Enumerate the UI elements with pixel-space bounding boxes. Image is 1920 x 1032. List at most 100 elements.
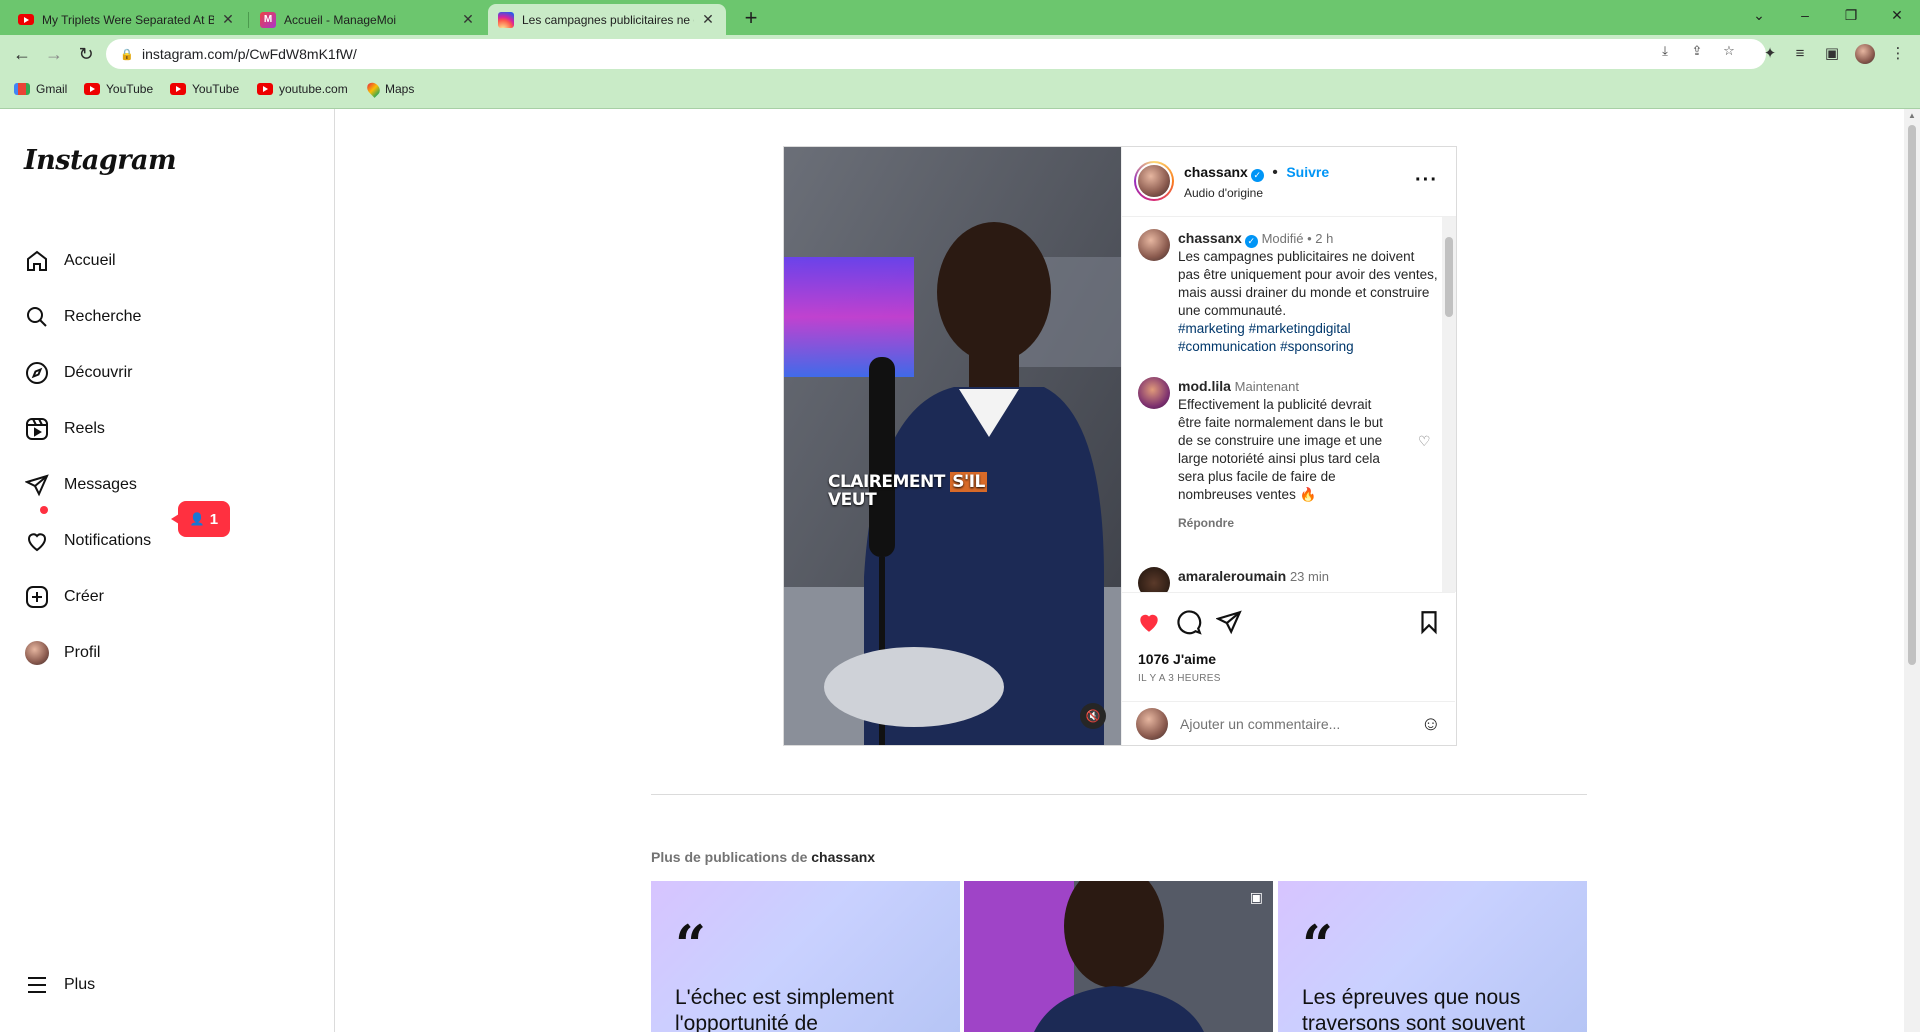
avatar — [25, 641, 49, 665]
sidebar-item-create[interactable]: Créer — [12, 573, 312, 621]
avatar[interactable] — [1138, 377, 1170, 409]
author-name[interactable]: chassanx — [1184, 164, 1248, 180]
more-options-icon[interactable]: ··· — [1415, 169, 1438, 192]
more-posts-header: Plus de publications de chassanx — [651, 849, 875, 865]
comment: mod.lila Maintenant Effectivement la pub… — [1138, 377, 1438, 532]
sidebar-item-more[interactable]: Plus — [12, 961, 312, 1009]
bookmark-label: Gmail — [36, 82, 68, 96]
tab-title: Accueil - ManageMoi — [284, 12, 397, 27]
menu-icon[interactable]: ⋮ — [1888, 44, 1908, 64]
sidebar-item-search[interactable]: Recherche — [12, 293, 312, 341]
grid-post-reel[interactable]: ▣ — [964, 881, 1273, 1032]
sidebar-item-notifications[interactable]: Notifications — [12, 517, 312, 565]
avatar[interactable] — [1138, 567, 1170, 592]
caption: chassanx ✓ Modifié • 2 h Les campagnes pu… — [1138, 229, 1438, 356]
instagram-logo[interactable]: Instagram — [24, 145, 177, 176]
caption-author[interactable]: chassanx — [1178, 230, 1242, 246]
reply-button[interactable]: Répondre — [1178, 514, 1398, 532]
install-app-icon[interactable]: ⤓ — [1656, 42, 1674, 60]
bookmark-youtube[interactable]: YouTube — [170, 82, 239, 96]
close-icon[interactable]: ✕ — [220, 11, 236, 28]
comment-icon[interactable] — [1176, 609, 1204, 637]
browser-tabstrip: My Triplets Were Separated At Birth ✕ M … — [0, 0, 1920, 35]
comments-scrollbar[interactable] — [1442, 217, 1456, 592]
story-ring[interactable] — [1134, 161, 1174, 201]
close-window-button[interactable]: ✕ — [1874, 0, 1920, 30]
hashtag[interactable]: #communication — [1178, 339, 1276, 354]
reload-icon[interactable]: ↻ — [74, 42, 98, 66]
tab-youtube[interactable]: My Triplets Were Separated At Birth ✕ — [8, 4, 246, 35]
post-card: CLAIREMENT S'IL VEUT 🔇 chassanx ✓ • Suivr… — [783, 146, 1457, 746]
add-comment-bar: Ajouter un commentaire... ☺ — [1122, 701, 1455, 746]
hashtag[interactable]: #sponsoring — [1280, 339, 1354, 354]
mute-icon[interactable]: 🔇 — [1080, 703, 1106, 729]
tab-instagram[interactable]: Les campagnes publicitaires ne doivent ✕ — [488, 4, 726, 35]
bookmark-label: YouTube — [106, 82, 154, 96]
edited-label: Modifié — [1261, 231, 1304, 246]
side-panel-icon[interactable]: ▣ — [1822, 44, 1842, 64]
save-icon[interactable] — [1416, 609, 1444, 637]
author-avatar — [1136, 163, 1172, 199]
bookmark-youtube[interactable]: YouTube — [84, 82, 153, 96]
tab-search-icon[interactable]: ⌄ — [1736, 0, 1782, 30]
page-scrollbar[interactable]: ▲ — [1904, 109, 1920, 1032]
url-text: instagram.com/p/CwFdW8mK1fW/ — [142, 46, 357, 62]
video-frame — [784, 147, 1121, 745]
forward-icon[interactable]: → — [42, 42, 66, 66]
heart-icon — [24, 528, 50, 554]
grid-post[interactable]: “ L'échec est simplement l'opportunité d… — [651, 881, 960, 1032]
bookmark-label: youtube.com — [279, 82, 348, 96]
video-caption: CLAIREMENT S'IL VEUT — [828, 472, 987, 509]
extensions-icon[interactable]: ✦ — [1760, 44, 1780, 64]
audio-link[interactable]: Audio d'origine — [1184, 186, 1263, 200]
media-control-icon[interactable]: ≡ — [1790, 44, 1810, 64]
caption-text: Les campagnes publicitaires ne doivent p… — [1178, 249, 1438, 318]
scrollbar-thumb[interactable] — [1445, 237, 1453, 317]
scroll-up-icon[interactable]: ▲ — [1908, 111, 1916, 120]
sidebar-item-home[interactable]: Accueil — [12, 237, 312, 285]
address-bar[interactable]: 🔒 instagram.com/p/CwFdW8mK1fW/ — [106, 39, 1766, 69]
like-count[interactable]: 1076 J'aime — [1138, 651, 1216, 667]
bookmark-youtube-com[interactable]: youtube.com — [257, 82, 348, 96]
tab-managemoi[interactable]: M Accueil - ManageMoi ✕ — [250, 4, 486, 35]
sidebar-item-label: Découvrir — [64, 364, 133, 381]
notification-badge[interactable]: 👤 1 — [171, 501, 230, 537]
follow-button[interactable]: Suivre — [1286, 164, 1329, 180]
sidebar-item-reels[interactable]: Reels — [12, 405, 312, 453]
close-icon[interactable]: ✕ — [460, 11, 476, 28]
sidebar-item-explore[interactable]: Découvrir — [12, 349, 312, 397]
scrollbar-thumb[interactable] — [1908, 125, 1916, 665]
hashtag[interactable]: #marketingdigital — [1249, 321, 1351, 336]
more-posts-author[interactable]: chassanx — [811, 849, 875, 865]
bookmark-star-icon[interactable]: ☆ — [1720, 42, 1738, 60]
bookmark-maps[interactable]: Maps — [364, 80, 414, 98]
avatar[interactable] — [1138, 229, 1170, 261]
minimize-button[interactable]: – — [1782, 0, 1828, 30]
video-caption-highlight: S'IL — [950, 472, 987, 492]
avatar-wrap — [24, 640, 50, 666]
grid-post[interactable]: “ Les épreuves que nous traversons sont … — [1278, 881, 1587, 1032]
sidebar-item-messages[interactable]: Messages — [12, 461, 312, 509]
quote-icon: “ — [1302, 913, 1334, 977]
sidebar-item-profile[interactable]: Profil — [12, 629, 312, 677]
dot-separator: • — [1303, 231, 1316, 246]
liked-heart-icon[interactable] — [1136, 609, 1164, 637]
post-video[interactable]: CLAIREMENT S'IL VEUT 🔇 — [784, 147, 1121, 745]
lock-icon: 🔒 — [120, 48, 134, 61]
comment-author[interactable]: mod.lila — [1178, 378, 1231, 394]
emoji-icon[interactable]: ☺ — [1421, 713, 1441, 736]
comment-input[interactable]: Ajouter un commentaire... — [1180, 716, 1421, 732]
post-time: IL Y A 3 HEURES — [1138, 673, 1221, 684]
maximize-button[interactable]: ❐ — [1828, 0, 1874, 30]
share-icon[interactable] — [1215, 609, 1244, 637]
hashtag[interactable]: #marketing — [1178, 321, 1245, 336]
comment-author[interactable]: amaraleroumain — [1178, 568, 1286, 584]
comment-like-icon[interactable]: ♡ — [1418, 433, 1431, 450]
profile-avatar[interactable] — [1855, 44, 1875, 64]
bookmark-gmail[interactable]: Gmail — [14, 82, 67, 96]
bookmark-label: YouTube — [192, 82, 240, 96]
back-icon[interactable]: ← — [10, 42, 34, 66]
share-icon[interactable]: ⇪ — [1688, 42, 1706, 60]
new-tab-button[interactable]: + — [738, 6, 764, 32]
close-icon[interactable]: ✕ — [700, 11, 716, 28]
